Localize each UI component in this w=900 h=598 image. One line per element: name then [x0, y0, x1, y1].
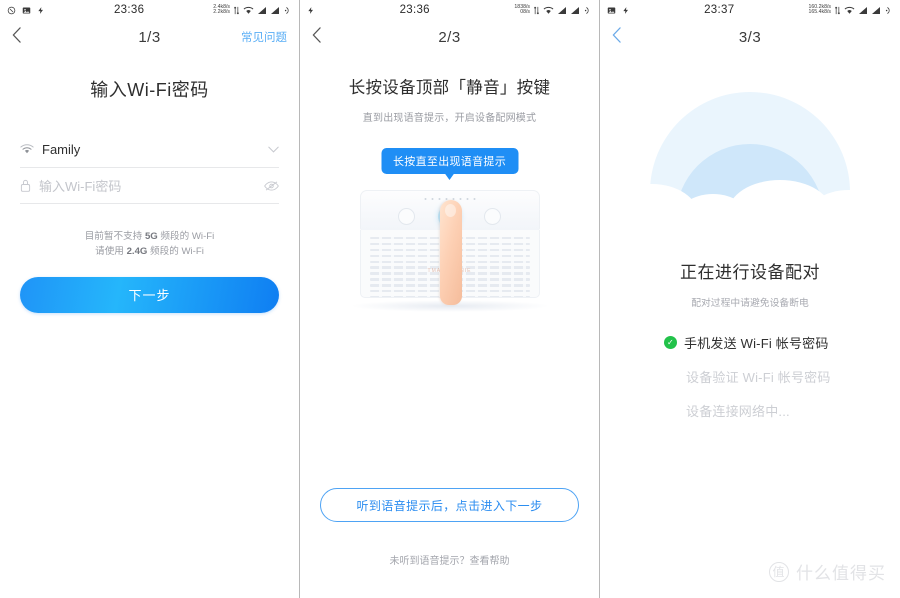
signal-icon — [557, 6, 567, 15]
wifi-icon — [20, 144, 34, 155]
wifi-icon — [243, 6, 254, 15]
panel-step-1: 23:36 2.4k8/s 2.2k8/s 1/3 常见问题 输入Wi-Fi密码… — [0, 0, 300, 598]
data-transfer-icon — [233, 6, 240, 15]
alarm-icon — [583, 6, 592, 15]
check-circle-icon: ✓ — [664, 336, 677, 349]
hint-2-pre: 请使用 — [95, 245, 127, 257]
device-illustration: 长按直至出现语音提示 TMALL — [300, 148, 599, 378]
frequency-hint-line-1: 目前暂不支持 5G 频段的 Wi-Fi — [0, 230, 299, 245]
ssid-select-field[interactable]: Family — [20, 132, 279, 168]
panel-step-2: 23:36 1838/s 08/s 2/3 长按设备顶部「静音」按键 直到出现语… — [300, 0, 600, 598]
next-step-button[interactable]: 下一步 — [20, 276, 279, 313]
status-bar-3: 23:37 160.2k8/s 165.4k8/s — [600, 0, 900, 20]
password-placeholder: 输入Wi-Fi密码 — [39, 179, 122, 194]
page-indicator: 2/3 — [438, 28, 461, 46]
page-title: 输入Wi-Fi密码 — [90, 80, 209, 100]
status-bar-left-icons-3 — [607, 6, 630, 15]
data-rate-indicator-3: 160.2k8/s 165.4k8/s — [808, 4, 832, 16]
page-subtitle: 直到出现语音提示，开启设备配网模式 — [362, 113, 537, 124]
pairing-step-list: ✓ 手机发送 Wi-Fi 帐号密码 设备验证 Wi-Fi 帐号密码 设备连接网络… — [664, 333, 900, 420]
status-bar-right-icons-1: 2.4k8/s 2.2k8/s — [213, 4, 292, 16]
help-link[interactable]: 未听到语音提示？查看帮助 — [300, 552, 599, 567]
page-title: 长按设备顶部「静音」按键 — [348, 79, 551, 97]
page-title: 正在进行设备配对 — [680, 263, 820, 282]
step-label: 设备验证 Wi-Fi 帐号密码 — [686, 370, 831, 385]
status-bar-clock-3: 23:37 — [704, 4, 735, 16]
watermark-badge: 值 — [769, 561, 789, 582]
page-indicator: 3/3 — [738, 28, 762, 46]
signal-icon — [871, 6, 881, 15]
list-item: 设备连接网络中... — [664, 401, 900, 420]
bolt-icon — [622, 6, 630, 15]
status-bar-1: 23:36 2.4k8/s 2.2k8/s — [0, 0, 299, 20]
faq-link[interactable]: 常见问题 — [241, 29, 287, 45]
lock-icon — [20, 179, 31, 192]
signal-icon — [257, 6, 267, 15]
bolt-icon — [37, 6, 45, 15]
wifi-icon — [844, 6, 855, 15]
next-step-button[interactable]: 听到语音提示后，点击进入下一步 — [320, 488, 579, 522]
password-input-field[interactable]: 输入Wi-Fi密码 — [20, 168, 279, 204]
step-label: 设备连接网络中... — [686, 404, 790, 419]
step-label: 手机发送 Wi-Fi 帐号密码 — [684, 336, 829, 351]
hint-2-post: 频段的 Wi-Fi — [147, 245, 204, 257]
device-button-left — [398, 208, 415, 225]
frequency-hint-line-2: 请使用 2.4G 频段的 Wi-Fi — [0, 245, 299, 260]
watermark: 值 什么值得买 — [769, 559, 886, 584]
wifi-icon — [543, 6, 554, 15]
status-bar-clock-1: 23:36 — [113, 4, 145, 16]
mute-icon — [7, 6, 16, 15]
instruction-tooltip: 长按直至出现语音提示 — [381, 148, 518, 180]
data-rate-up-1: 2.2k8/s — [213, 9, 230, 15]
page-subtitle: 配对过程中请避免设备断电 — [691, 298, 809, 309]
data-rate-up-2: 08/s — [520, 9, 530, 15]
signal-icon — [270, 6, 280, 15]
photo-icon — [22, 6, 31, 15]
frequency-hint: 目前暂不支持 5G 频段的 Wi-Fi 请使用 2.4G 频段的 Wi-Fi — [0, 230, 299, 260]
data-rate-indicator-1: 2.4k8/s 2.2k8/s — [213, 4, 230, 16]
hint-1-bold: 5G — [144, 231, 158, 242]
hint-1-pre: 目前暂不支持 — [84, 231, 145, 242]
pointing-finger-icon — [439, 200, 462, 305]
pairing-illustration — [600, 92, 900, 240]
hint-1-post: 频段的 Wi-Fi — [157, 231, 215, 242]
status-bar-clock-2: 23:36 — [399, 4, 430, 16]
screenshot-root: 23:36 2.4k8/s 2.2k8/s 1/3 常见问题 输入Wi-Fi密码… — [0, 0, 900, 598]
cloud-shape — [806, 190, 892, 240]
signal-icon — [570, 6, 580, 15]
back-chevron-icon[interactable] — [612, 26, 634, 48]
status-bar-right-icons-2: 1838/s 08/s — [514, 4, 592, 16]
list-item: 设备验证 Wi-Fi 帐号密码 — [664, 367, 900, 386]
status-bar-right-icons-3: 160.2k8/s 165.4k8/s — [808, 4, 894, 16]
status-bar-left-icons-1 — [7, 6, 45, 15]
eye-off-icon[interactable] — [264, 180, 279, 192]
photo-icon — [607, 6, 616, 15]
back-chevron-icon[interactable] — [12, 26, 34, 48]
alarm-icon — [884, 6, 893, 15]
hint-2-bold: 2.4G — [126, 245, 148, 257]
data-rate-indicator-2: 1838/s 08/s — [514, 4, 530, 16]
chevron-down-icon[interactable] — [268, 146, 279, 153]
list-item: ✓ 手机发送 Wi-Fi 帐号密码 — [664, 333, 900, 352]
data-transfer-icon — [834, 6, 841, 15]
watermark-text: 什么值得买 — [796, 564, 886, 583]
panel-step-3: 23:37 160.2k8/s 165.4k8/s 3/3 正在进行设备配对 配… — [600, 0, 900, 598]
back-chevron-icon[interactable] — [312, 26, 334, 48]
alarm-icon — [283, 6, 292, 15]
data-rate-up-3: 165.4k8/s — [808, 9, 832, 15]
ssid-value: Family — [42, 142, 81, 157]
status-bar-left-icons-2 — [307, 6, 315, 15]
data-transfer-icon — [533, 6, 540, 15]
bolt-icon — [307, 6, 315, 15]
device-button-right — [484, 208, 501, 225]
nav-bar-3: 3/3 — [600, 20, 900, 54]
signal-icon — [858, 6, 868, 15]
nav-bar-1: 1/3 常见问题 — [0, 20, 299, 54]
nav-bar-2: 2/3 — [300, 20, 599, 54]
status-bar-2: 23:36 1838/s 08/s — [300, 0, 599, 20]
